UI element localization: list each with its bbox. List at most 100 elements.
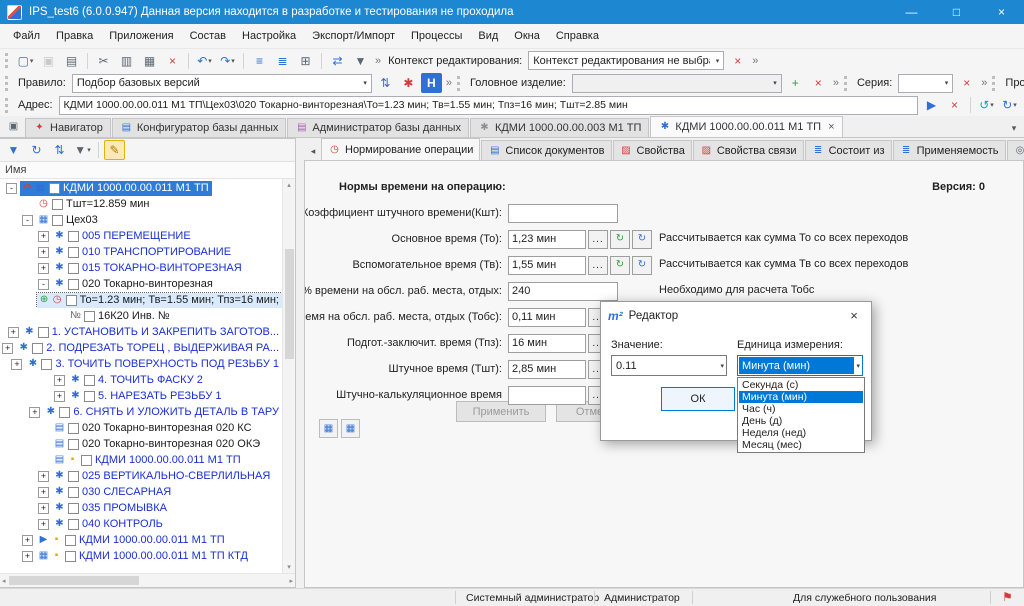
- item-checkbox[interactable]: [68, 231, 79, 242]
- tree-item[interactable]: +▶▪КДМИ 1000.00.00.011 М1 ТП: [0, 532, 282, 548]
- tree-item[interactable]: ▤020 Токарно-винторезная 020 ОКЭ: [0, 436, 282, 452]
- close-icon[interactable]: ×: [837, 302, 871, 329]
- expander-icon[interactable]: +: [8, 327, 19, 338]
- tree-view-button[interactable]: ≣: [272, 51, 293, 71]
- tab-properties[interactable]: ▨Свойства: [613, 140, 692, 160]
- item-checkbox[interactable]: [49, 183, 60, 194]
- norm-mode-button[interactable]: Н: [421, 73, 442, 93]
- tab-kdmi-011[interactable]: ✱КДМИ 1000.00.00.011 М1 ТП×: [650, 116, 842, 137]
- expander-icon[interactable]: +: [54, 391, 65, 402]
- item-checkbox[interactable]: [68, 503, 79, 514]
- delete-button[interactable]: ×: [162, 51, 183, 71]
- recalc-button[interactable]: ↻: [610, 230, 630, 249]
- item-checkbox[interactable]: [52, 199, 63, 210]
- clear-head-product-button[interactable]: ×: [808, 73, 829, 93]
- expander-icon[interactable]: -: [6, 183, 17, 194]
- toolbar-grip[interactable]: [844, 76, 848, 91]
- overflow-chevron-icon[interactable]: »: [752, 55, 758, 67]
- recalc-all-button[interactable]: ↻: [632, 256, 652, 275]
- tpz-input[interactable]: 16 мин: [508, 334, 586, 353]
- tree-item[interactable]: +✱2. ПОДРЕЗАТЬ ТОРЕЦ , ВЫДЕРЖИВАЯ РА...: [0, 340, 282, 356]
- grid-add-button[interactable]: ▦: [341, 419, 360, 438]
- edit-context-select[interactable]: Контекст редактирования не выбран▾: [528, 51, 724, 70]
- tree-horizontal-scrollbar[interactable]: ◂ ▸: [0, 573, 295, 587]
- item-checkbox[interactable]: [66, 295, 77, 306]
- scrollbar-thumb[interactable]: [9, 576, 139, 585]
- chevron-down-icon[interactable]: ▾: [990, 101, 994, 109]
- address-input[interactable]: КДМИ 1000.00.00.011 М1 ТП\Цех03\020 Тока…: [59, 96, 918, 115]
- to-ellipsis-button[interactable]: ...: [588, 230, 608, 249]
- save-button[interactable]: ▣: [38, 51, 59, 71]
- percent-input[interactable]: 240: [508, 282, 618, 301]
- chevron-down-icon[interactable]: ▾: [30, 57, 34, 65]
- expander-icon[interactable]: +: [38, 519, 49, 530]
- item-checkbox[interactable]: [68, 279, 79, 290]
- to-input[interactable]: 1,23 мин: [508, 230, 586, 249]
- print-button[interactable]: ▤: [61, 51, 82, 71]
- navigate-back-button[interactable]: ↺▾: [976, 95, 997, 115]
- tabs-scroll-left-button[interactable]: ◂: [305, 142, 321, 160]
- expander-icon[interactable]: -: [38, 279, 49, 290]
- item-checkbox[interactable]: [68, 247, 79, 258]
- link-button[interactable]: ⇄: [327, 51, 348, 71]
- sort-versions-button[interactable]: ⇅: [375, 73, 396, 93]
- address-clear-button[interactable]: ×: [944, 95, 965, 115]
- address-go-button[interactable]: ▶: [921, 95, 942, 115]
- value-combobox[interactable]: 0.11 ▾: [611, 355, 727, 376]
- item-checkbox[interactable]: [68, 487, 79, 498]
- unit-option[interactable]: Неделя (нед): [739, 427, 863, 439]
- item-checkbox[interactable]: [68, 471, 79, 482]
- menu-item[interactable]: Экспорт/Импорт: [304, 27, 403, 45]
- tab-link-properties[interactable]: ▨Свойства связи: [693, 140, 804, 160]
- menu-item[interactable]: Приложения: [101, 27, 181, 45]
- toolbar-grip[interactable]: [5, 53, 9, 68]
- menu-item[interactable]: Состав: [182, 27, 234, 45]
- scroll-right-icon[interactable]: ▸: [289, 577, 293, 585]
- tree-item[interactable]: -✱020 Токарно-винторезная: [0, 276, 282, 292]
- tree-item[interactable]: +✱4. ТОЧИТЬ ФАСКУ 2: [0, 372, 282, 388]
- toolbar-grip[interactable]: [457, 76, 461, 91]
- chevron-down-icon[interactable]: ▾: [361, 79, 369, 87]
- expander-icon[interactable]: +: [38, 247, 49, 258]
- tv-ellipsis-button[interactable]: ...: [588, 256, 608, 275]
- rule-select[interactable]: Подбор базовых версий▾: [72, 74, 372, 93]
- tab-list-menu-button[interactable]: ▾: [1006, 119, 1022, 137]
- expander-icon[interactable]: +: [38, 487, 49, 498]
- unit-option[interactable]: Минута (мин): [739, 391, 863, 403]
- tree-item[interactable]: -▦Цех03: [0, 212, 282, 228]
- tree-item[interactable]: +✱015 ТОКАРНО-ВИНТОРЕЗНАЯ: [0, 260, 282, 276]
- tree-item[interactable]: +✱5. НАРЕЗАТЬ РЕЗЬБУ 1: [0, 388, 282, 404]
- edit-mode-button[interactable]: ✎: [104, 140, 125, 160]
- refresh-tree-button[interactable]: ↻: [26, 140, 47, 160]
- scroll-up-icon[interactable]: ▴: [283, 179, 295, 191]
- scroll-left-icon[interactable]: ◂: [2, 577, 6, 585]
- item-checkbox[interactable]: [81, 455, 92, 466]
- paste-button[interactable]: ▦: [139, 51, 160, 71]
- item-checkbox[interactable]: [32, 343, 43, 354]
- menu-item[interactable]: Настройка: [234, 27, 304, 45]
- tree-item[interactable]: -⊖▦КДМИ 1000.00.00.011 М1 ТП: [0, 180, 282, 196]
- chevron-down-icon[interactable]: ▾: [1013, 101, 1017, 109]
- item-checkbox[interactable]: [52, 215, 63, 226]
- clear-series-button[interactable]: ×: [956, 73, 977, 93]
- tree-item[interactable]: +✱1. УСТАНОВИТЬ И ЗАКРЕПИТЬ ЗАГОТОВ...: [0, 324, 282, 340]
- series-select[interactable]: ▾: [898, 74, 953, 93]
- tree-item[interactable]: +✱040 КОНТРОЛЬ: [0, 516, 282, 532]
- tree-item[interactable]: ▤020 Токарно-винторезная 020 КС: [0, 420, 282, 436]
- expand-collapse-button[interactable]: ⇅: [49, 140, 70, 160]
- cut-button[interactable]: ✂: [93, 51, 114, 71]
- menu-item[interactable]: Окна: [506, 27, 548, 45]
- tree-filter-button[interactable]: ▼▾: [72, 140, 93, 160]
- maximize-button[interactable]: □: [934, 0, 979, 24]
- tab-search-structure[interactable]: ◎Поиск состава: [1007, 140, 1024, 160]
- pin-panel-button[interactable]: ▣: [3, 117, 24, 137]
- unit-option[interactable]: Час (ч): [739, 403, 863, 415]
- chevron-down-icon[interactable]: ▾: [771, 79, 779, 87]
- tree-item[interactable]: +✱6. СНЯТЬ И УЛОЖИТЬ ДЕТАЛЬ В ТАРУ: [0, 404, 282, 420]
- expander-icon[interactable]: +: [22, 535, 33, 546]
- unit-option[interactable]: Секунда (с): [739, 379, 863, 391]
- tree-item[interactable]: ⊕◷То=1.23 мин; Тв=1.55 мин; Тпз=16 мин;: [0, 292, 282, 308]
- chevron-down-icon[interactable]: ▾: [714, 57, 722, 65]
- filter-columns-button[interactable]: ▼: [3, 140, 24, 160]
- item-checkbox[interactable]: [38, 327, 49, 338]
